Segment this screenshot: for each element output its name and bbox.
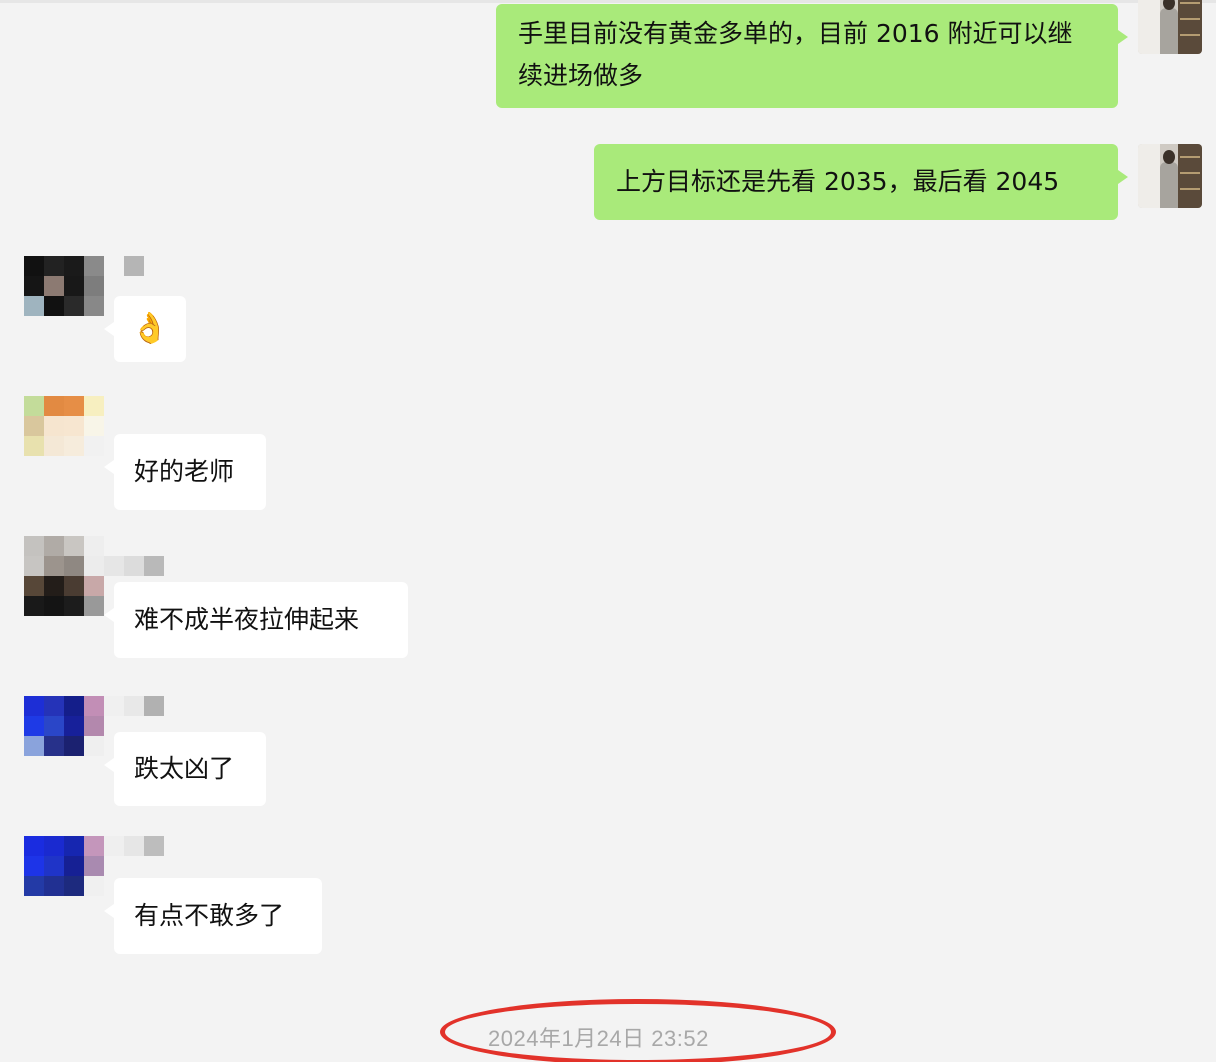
sent-message[interactable]: 上方目标还是先看 2035，最后看 2045 [594, 144, 1128, 220]
message-text: 上方目标还是先看 2035，最后看 2045 [616, 167, 1060, 196]
contact-avatar[interactable] [24, 256, 104, 316]
sent-message[interactable]: 手里目前没有黄金多单的，目前 2016 附近可以继续进场做多 [496, 4, 1128, 108]
received-message[interactable]: 难不成半夜拉伸起来 [104, 582, 408, 658]
received-message[interactable]: 👌 [104, 296, 186, 362]
message-text: 难不成半夜拉伸起来 [134, 605, 360, 634]
my-avatar[interactable] [1138, 0, 1202, 54]
my-avatar[interactable] [1138, 144, 1202, 208]
received-message[interactable]: 好的老师 [104, 434, 266, 510]
contact-avatar[interactable] [24, 836, 104, 896]
message-text: 有点不敢多了 [134, 901, 285, 930]
ok-hand-icon: 👌 [131, 311, 169, 346]
message-text: 好的老师 [134, 457, 235, 486]
message-text: 手里目前没有黄金多单的，目前 2016 附近可以继续进场做多 [518, 19, 1073, 90]
received-message[interactable]: 跌太凶了 [104, 732, 266, 806]
message-text: 跌太凶了 [134, 754, 235, 783]
contact-avatar[interactable] [24, 696, 104, 756]
divider [0, 0, 1216, 3]
highlight-ellipse [440, 999, 836, 1062]
chat-window: 手里目前没有黄金多单的，目前 2016 附近可以继续进场做多 上方目标还是先看 … [0, 0, 1216, 1062]
contact-avatar[interactable] [24, 396, 104, 456]
received-message[interactable]: 有点不敢多了 [104, 878, 322, 954]
contact-avatar[interactable] [24, 536, 104, 616]
